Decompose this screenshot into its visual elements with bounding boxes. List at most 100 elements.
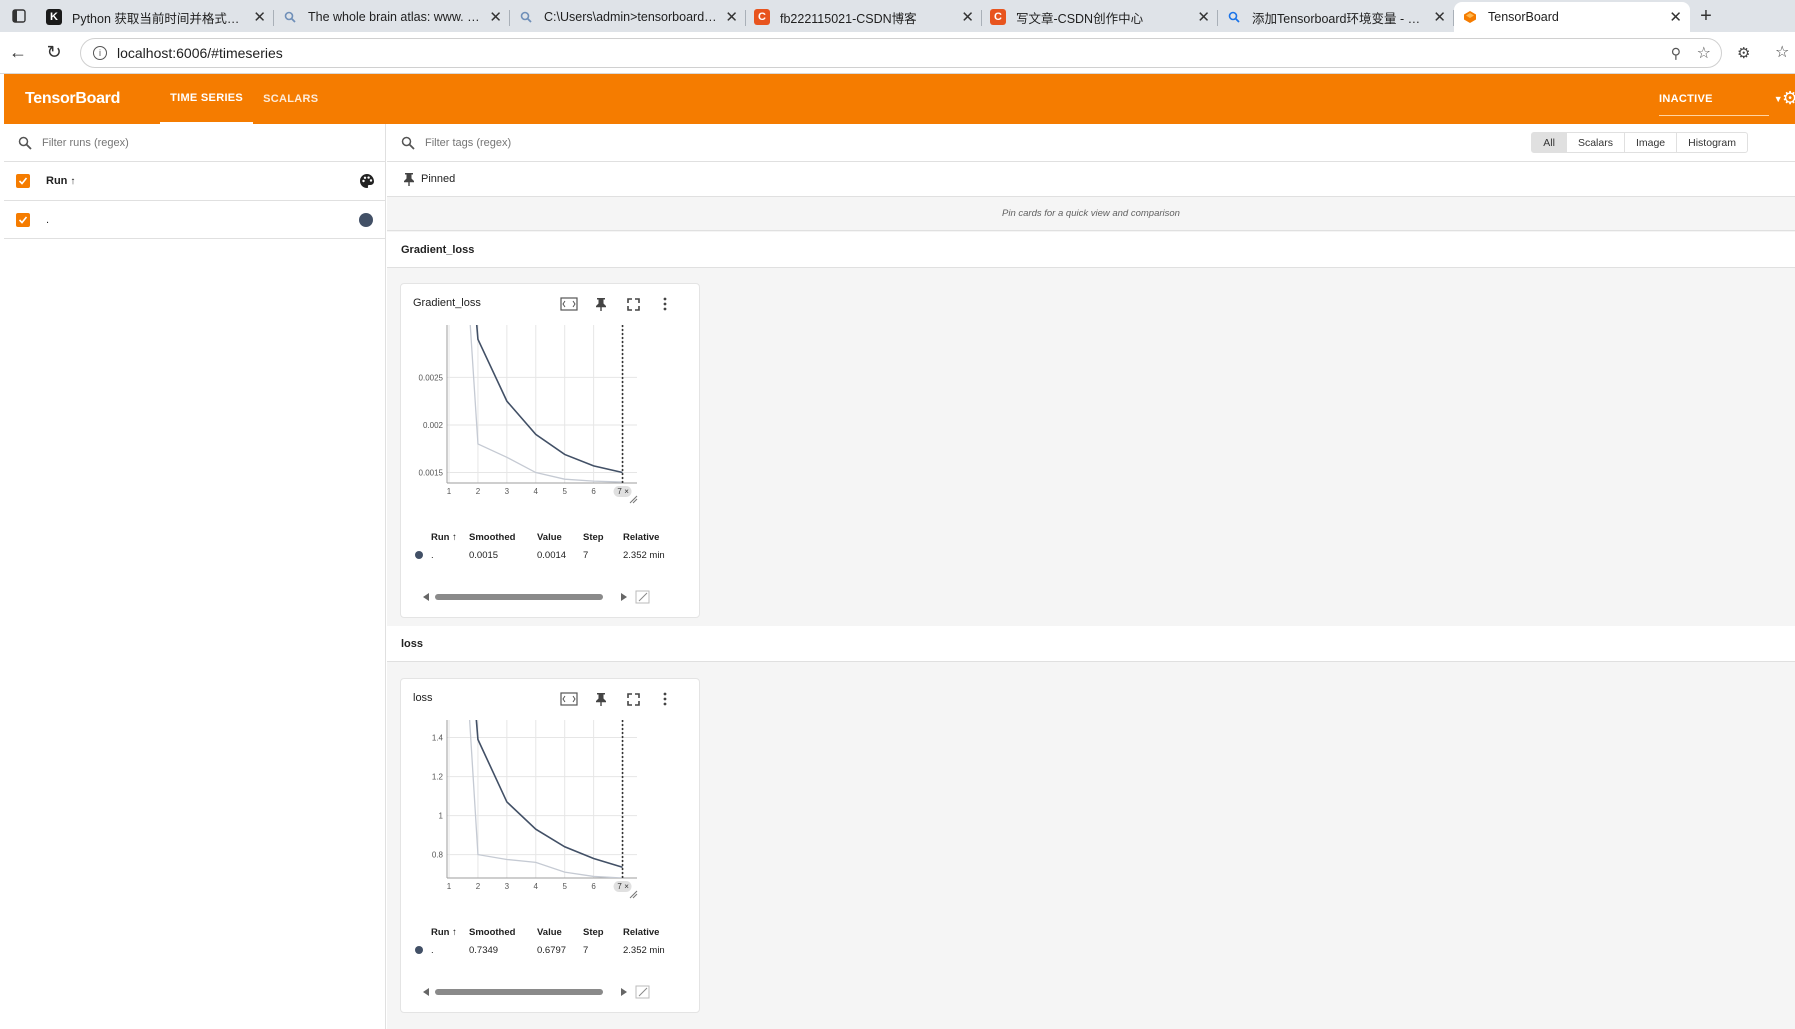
tab-title: 写文章-CSDN创作中心 bbox=[1016, 11, 1144, 26]
x-tick-label: 6 bbox=[591, 882, 596, 891]
tab-close-icon[interactable]: ✕ bbox=[253, 8, 266, 26]
x-tick-label: 7 bbox=[617, 487, 622, 496]
runs-filter[interactable]: Filter runs (regex) bbox=[4, 124, 385, 162]
cell-step: 7 bbox=[583, 549, 589, 561]
horizontal-scrollbar[interactable] bbox=[421, 985, 651, 999]
x-tick-label: 3 bbox=[505, 487, 510, 496]
info-icon[interactable]: i bbox=[93, 46, 107, 60]
col-run[interactable]: Run ↑ bbox=[431, 927, 469, 938]
more-vert-icon[interactable] bbox=[655, 295, 675, 313]
tab-close-icon[interactable]: ✕ bbox=[1669, 8, 1682, 26]
fit-domain-icon[interactable] bbox=[559, 690, 579, 708]
tooltip-table: Run ↑ Smoothed Value Step Relative . 0.0… bbox=[415, 528, 691, 564]
sort-arrow-icon: ↑ bbox=[70, 175, 76, 187]
horizontal-scrollbar[interactable] bbox=[421, 590, 651, 604]
clear-step-icon: × bbox=[624, 882, 629, 891]
runs-sidebar: Filter runs (regex) Run ↑ . bbox=[4, 124, 386, 1029]
runs-header-row: Run ↑ bbox=[4, 162, 385, 201]
plugin-dropdown[interactable]: INACTIVE ▼ bbox=[1659, 74, 1783, 124]
run-column-header[interactable]: Run bbox=[46, 175, 67, 187]
run-color-dot bbox=[415, 946, 423, 954]
zoom-icon[interactable]: ⚲ bbox=[1671, 45, 1681, 62]
new-tab-button[interactable]: + bbox=[1690, 5, 1722, 28]
extensions-icon[interactable]: ⚙ bbox=[1737, 44, 1750, 62]
tab-close-icon[interactable]: ✕ bbox=[725, 8, 738, 26]
browser-tab[interactable]: C 写文章-CSDN创作中心 ✕ bbox=[982, 2, 1218, 32]
col-value: Value bbox=[537, 531, 562, 543]
cell-smoothed: 0.0015 bbox=[469, 549, 499, 561]
x-tick-label: 1 bbox=[447, 487, 452, 496]
bookmark-star-icon[interactable]: ☆ bbox=[1697, 43, 1711, 63]
y-tick-label: 0.0025 bbox=[419, 373, 444, 382]
group-title: loss bbox=[401, 637, 424, 650]
palette-icon[interactable] bbox=[359, 173, 375, 189]
plugin-dropdown-label: INACTIVE bbox=[1659, 93, 1713, 105]
fullscreen-icon[interactable] bbox=[623, 690, 643, 708]
x-tick-label: 4 bbox=[534, 487, 539, 496]
run-row[interactable]: . bbox=[4, 201, 385, 239]
line-chart[interactable]: 0.0015 0.002 0.0025 1 2 3 4 5 6 7 × bbox=[407, 319, 657, 509]
url-text[interactable]: localhost:6006/#timeseries bbox=[117, 45, 283, 61]
y-tick-label: 0.002 bbox=[423, 421, 444, 430]
line-chart[interactable]: 0.8 1 1.2 1.4 1 2 3 4 5 6 7 × bbox=[407, 714, 657, 904]
filter-all-button[interactable]: All bbox=[1532, 133, 1567, 152]
card-title: Gradient_loss bbox=[413, 297, 481, 309]
tab-title: TensorBoard bbox=[1488, 10, 1559, 24]
browser-tab[interactable]: TensorBoard ✕ bbox=[1454, 2, 1690, 32]
y-tick-label: 0.8 bbox=[432, 851, 444, 860]
tab-favicon-icon bbox=[282, 9, 298, 25]
tab-scalars[interactable]: SCALARS bbox=[253, 74, 328, 124]
tags-filter-input[interactable]: Filter tags (regex) bbox=[425, 137, 511, 149]
tab-actions-icon[interactable] bbox=[0, 0, 38, 32]
x-tick-label: 1 bbox=[447, 882, 452, 891]
browser-tab[interactable]: Cfb222115021-CSDN博客 ✕ bbox=[746, 2, 982, 32]
clear-step-icon: × bbox=[624, 487, 629, 496]
col-run[interactable]: Run ↑ bbox=[431, 532, 469, 543]
pinned-hint-area: Pin cards for a quick view and compariso… bbox=[387, 197, 1795, 231]
more-vert-icon[interactable] bbox=[655, 690, 675, 708]
x-tick-label: 3 bbox=[505, 882, 510, 891]
fit-domain-icon[interactable] bbox=[559, 295, 579, 313]
card-title: loss bbox=[413, 692, 433, 704]
group-title: Gradient_loss bbox=[401, 243, 475, 256]
col-smoothed: Smoothed bbox=[469, 926, 516, 938]
favorites-icon[interactable]: ☆ bbox=[1775, 42, 1789, 62]
address-bar[interactable]: i localhost:6006/#timeseries ⚲ ☆ bbox=[80, 38, 1722, 68]
tab-close-icon[interactable]: ✕ bbox=[489, 8, 502, 26]
filter-histogram-button[interactable]: Histogram bbox=[1677, 133, 1747, 152]
browser-tab[interactable]: The whole brain atlas: www. med ✕ bbox=[274, 2, 510, 32]
tab-favicon-icon: C bbox=[990, 9, 1006, 25]
cell-value: 0.6797 bbox=[537, 944, 567, 956]
pin-icon[interactable] bbox=[591, 690, 611, 708]
back-button[interactable]: ← bbox=[0, 35, 36, 71]
pin-icon[interactable] bbox=[591, 295, 611, 313]
cell-run: . bbox=[431, 944, 434, 956]
settings-gear-icon[interactable]: ⚙ bbox=[1782, 88, 1795, 109]
tab-favicon-icon bbox=[1462, 9, 1478, 25]
browser-tab[interactable]: C:\Users\admin>tensorboard --lo ✕ bbox=[510, 2, 746, 32]
tab-close-icon[interactable]: ✕ bbox=[1197, 8, 1210, 26]
tab-time-series[interactable]: TIME SERIES bbox=[160, 74, 254, 124]
scalar-card: Gradient_loss 0.0015 0.002 0.0025 1 2 3 4 5 6 7 × … bbox=[400, 283, 700, 618]
search-icon bbox=[18, 136, 32, 150]
cell-value: 0.0014 bbox=[537, 549, 567, 561]
reload-button[interactable]: ↻ bbox=[36, 35, 72, 71]
browser-tab[interactable]: 添加Tensorboard环境变量 - 搜索 ✕ bbox=[1218, 2, 1454, 32]
filter-scalars-button[interactable]: Scalars bbox=[1567, 133, 1625, 152]
filter-image-button[interactable]: Image bbox=[1625, 133, 1678, 152]
cell-step: 7 bbox=[583, 944, 589, 956]
col-step: Step bbox=[583, 926, 604, 938]
run-color-swatch[interactable] bbox=[359, 212, 373, 227]
fullscreen-icon[interactable] bbox=[623, 295, 643, 313]
run-checkbox[interactable] bbox=[16, 212, 30, 227]
x-tick-label: 4 bbox=[534, 882, 539, 891]
table-row: . 0.7349 0.6797 7 2.352 min bbox=[415, 941, 691, 959]
select-all-checkbox[interactable] bbox=[16, 174, 30, 188]
address-toolbar: ← ↻ i localhost:6006/#timeseries ⚲ ☆ ⚙ ☆ bbox=[0, 32, 1795, 74]
browser-tab[interactable]: K Python 获取当前时间并格式化为 ✕ bbox=[38, 2, 274, 32]
x-tick-label: 2 bbox=[476, 487, 481, 496]
browser-tab-strip: K Python 获取当前时间并格式化为 ✕ The whole brain atla… bbox=[0, 0, 1795, 32]
col-relative: Relative bbox=[623, 531, 660, 543]
tab-close-icon[interactable]: ✕ bbox=[1433, 8, 1446, 26]
tab-close-icon[interactable]: ✕ bbox=[961, 8, 974, 26]
